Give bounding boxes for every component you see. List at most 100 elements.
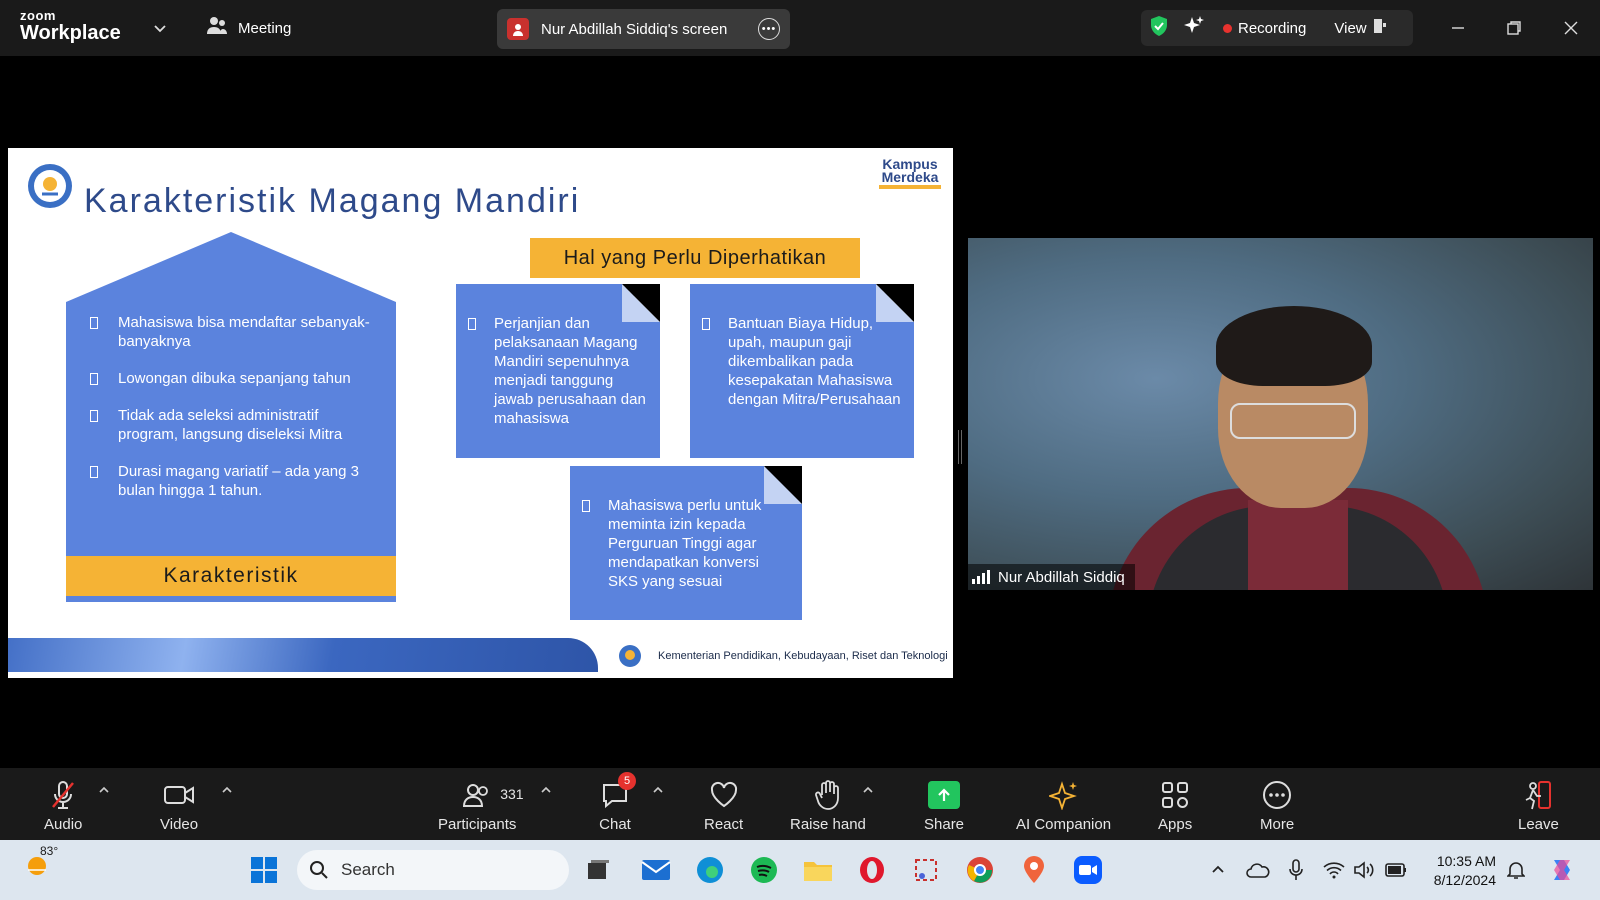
participants-button[interactable]: 331 Participants <box>438 778 524 833</box>
more-button[interactable]: More <box>1260 778 1294 833</box>
system-clock[interactable]: 10:35 AM 8/12/2024 <box>1416 852 1496 890</box>
footer-wave-graphic <box>8 638 598 672</box>
file-explorer-icon[interactable] <box>800 852 836 888</box>
spotify-icon[interactable] <box>746 852 782 888</box>
raise-hand-button[interactable]: Raise hand <box>790 778 866 833</box>
notification-bell-icon[interactable] <box>1498 852 1534 888</box>
raise-hand-icon <box>811 778 845 812</box>
participant-name-tag: Nur Abdillah Siddiq <box>968 564 1135 590</box>
meeting-menu-button[interactable]: Meeting <box>206 16 291 40</box>
list-item: Lowongan dibuka sepanjang tahun <box>90 369 382 388</box>
battery-icon[interactable] <box>1378 852 1414 888</box>
view-label: View <box>1334 19 1367 37</box>
copilot-icon[interactable] <box>1544 852 1580 888</box>
clock-date: 8/12/2024 <box>1433 872 1496 888</box>
split-divider-handle[interactable] <box>958 430 962 464</box>
video-button[interactable]: Video <box>160 778 198 833</box>
share-button[interactable]: Share <box>924 778 964 833</box>
tut-wuri-emblem-icon <box>26 162 74 210</box>
participants-label: Participants <box>438 816 517 833</box>
security-shield-icon[interactable] <box>1149 15 1169 41</box>
bullet-icon <box>90 466 98 478</box>
page-fold-icon <box>622 284 660 322</box>
participant-video-tile[interactable]: Nur Abdillah Siddiq <box>968 238 1593 590</box>
task-view-icon[interactable] <box>580 852 616 888</box>
leave-button[interactable]: Leave <box>1518 778 1559 833</box>
ministry-emblem-icon <box>618 644 642 668</box>
zoom-window: zoom Workplace Meeting Nur Abdillah Sidd… <box>0 0 1600 900</box>
windows-taskbar: 83° Search 10:35 AM 8/12/2024 <box>0 840 1600 900</box>
video-label: Video <box>160 816 199 833</box>
caret-up-icon[interactable] <box>540 784 552 796</box>
more-options-icon[interactable]: ••• <box>758 18 780 40</box>
chat-bubble-icon: 5 <box>598 772 636 812</box>
caret-up-icon[interactable] <box>98 784 110 796</box>
more-dots-icon <box>1260 778 1294 812</box>
participants-icon: 331 <box>460 778 524 812</box>
ai-sparkle-icon <box>1047 778 1081 812</box>
more-label: More <box>1260 816 1295 833</box>
audio-button[interactable]: Audio <box>44 778 82 833</box>
video-person-shirt <box>1248 500 1348 590</box>
search-icon <box>310 861 328 879</box>
maps-pin-icon[interactable] <box>1016 852 1052 888</box>
caret-up-icon[interactable] <box>862 784 874 796</box>
bullet-icon <box>468 318 476 330</box>
caret-up-icon[interactable] <box>652 784 664 796</box>
bullet-icon <box>582 500 590 512</box>
snipping-tool-icon[interactable] <box>908 852 944 888</box>
edge-browser-icon[interactable] <box>692 852 728 888</box>
chrome-icon[interactable] <box>962 852 998 888</box>
leave-door-icon <box>1521 778 1555 812</box>
note-card-3: Mahasiswa perlu untuk meminta izin kepad… <box>570 466 802 620</box>
meeting-controls: Audio Video 331 Participants 5 Chat Reac… <box>0 768 1600 840</box>
apps-label: Apps <box>1158 816 1193 833</box>
participants-count: 331 <box>500 786 524 802</box>
title-bar: zoom Workplace Meeting Nur Abdillah Sidd… <box>0 0 1600 56</box>
page-fold-icon <box>876 284 914 322</box>
microphone-icon[interactable] <box>1278 852 1314 888</box>
apps-button[interactable]: Apps <box>1158 778 1192 833</box>
taskbar-search-box[interactable]: Search <box>297 850 569 890</box>
onedrive-cloud-icon[interactable] <box>1240 852 1276 888</box>
brand-line2: Merdeka <box>881 168 939 185</box>
meeting-label: Meeting <box>238 19 292 37</box>
windows-start-icon[interactable] <box>246 852 282 888</box>
characteristics-list: Mahasiswa bisa mendaftar sebanyak-banyak… <box>66 299 396 566</box>
chat-button[interactable]: 5 Chat <box>598 772 636 833</box>
note-text-1: Perjanjian dan pelaksanaan Magang Mandir… <box>494 315 646 427</box>
video-person-hair <box>1216 306 1372 386</box>
signal-strength-icon <box>972 570 990 584</box>
weather-widget[interactable]: 83° <box>24 844 58 881</box>
note-text-3: Mahasiswa perlu untuk meminta izin kepad… <box>608 497 762 590</box>
ai-sparkle-icon[interactable] <box>1183 15 1205 41</box>
audio-label: Audio <box>44 816 83 833</box>
list-item-text: Durasi magang variatif – ada yang 3 bula… <box>118 463 359 499</box>
react-label: React <box>704 816 744 833</box>
logo-line2: Workplace <box>20 22 121 44</box>
video-person-glasses <box>1230 403 1356 439</box>
volume-icon[interactable] <box>1346 852 1382 888</box>
view-button[interactable]: View <box>1334 18 1386 38</box>
close-button[interactable] <box>1555 12 1587 44</box>
zoom-app-icon[interactable] <box>1070 852 1106 888</box>
notes-header: Hal yang Perlu Diperhatikan <box>530 238 860 278</box>
mail-icon[interactable] <box>638 852 674 888</box>
microphone-muted-icon <box>46 778 80 812</box>
react-button[interactable]: React <box>704 778 743 833</box>
clock-time: 10:35 AM <box>1436 853 1496 869</box>
caret-up-icon[interactable] <box>221 784 233 796</box>
opera-browser-icon[interactable] <box>854 852 890 888</box>
recording-label[interactable]: Recording <box>1238 20 1306 37</box>
weather-temp: 83° <box>40 844 59 858</box>
ai-companion-button[interactable]: AI Companion <box>1016 778 1111 833</box>
minimize-button[interactable] <box>1442 12 1474 44</box>
chevron-up-icon[interactable] <box>1200 852 1236 888</box>
ai-companion-label: AI Companion <box>1016 816 1112 833</box>
restore-button[interactable] <box>1498 12 1530 44</box>
shared-slide: Karakteristik Magang Mandiri Kampus Merd… <box>8 148 953 678</box>
leave-label: Leave <box>1518 816 1559 833</box>
chevron-down-icon[interactable] <box>152 20 168 36</box>
screen-share-indicator[interactable]: Nur Abdillah Siddiq's screen ••• <box>497 9 790 49</box>
slide-title: Karakteristik Magang Mandiri <box>84 182 581 220</box>
